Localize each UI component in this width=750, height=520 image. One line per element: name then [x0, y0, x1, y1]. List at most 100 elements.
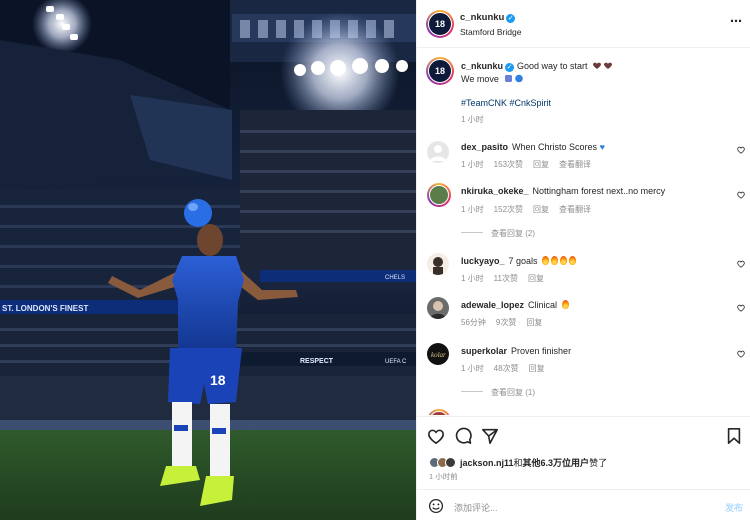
fire-icon	[569, 256, 577, 265]
caption-line-2: We move	[461, 74, 524, 84]
reply-button[interactable]: 回复	[533, 205, 549, 214]
comment-username[interactable]: dex_pasito	[461, 142, 508, 152]
caption-username[interactable]: c_nkunku	[461, 61, 503, 71]
caption-verified-icon: ✓	[505, 63, 515, 72]
comment-text-line: superkolar Proven finisher	[461, 346, 571, 356]
comment-row: dex_pasito When Christo Scores ♥ 1 小时 153次…	[417, 139, 750, 177]
post-timestamp[interactable]: 1 小时前	[429, 471, 458, 482]
comment-text: Clinical	[528, 300, 558, 310]
emoji-picker-icon[interactable]	[428, 498, 444, 514]
comment-username[interactable]: nkiruka_okeke_	[461, 186, 529, 196]
comment-username[interactable]: luckyayo_	[461, 256, 505, 266]
commenter-avatar[interactable]: kolar	[427, 343, 449, 365]
comment-username[interactable]: superkolar	[461, 346, 507, 356]
reply-button[interactable]: 回复	[529, 364, 545, 373]
view-replies-button[interactable]: 查看回复 (2)	[461, 228, 535, 239]
caption-time: 1 小时	[461, 115, 484, 124]
fire-icon	[551, 256, 559, 265]
comment-time: 1 小时	[461, 274, 484, 283]
comment-like-count[interactable]: 48次赞	[494, 364, 519, 373]
post-header: 18 c_nkunku ✓ Stamford Bridge ⋯	[417, 0, 750, 48]
comment-time: 1 小时	[461, 364, 484, 373]
translate-button[interactable]: 查看翻译	[559, 205, 591, 214]
post-comment-button[interactable]: 发布	[725, 501, 743, 514]
like-comment-icon[interactable]	[737, 350, 745, 358]
comment-time: 1 小时	[461, 160, 484, 169]
like-comment-icon[interactable]	[737, 146, 745, 154]
author-username[interactable]: c_nkunku	[460, 12, 504, 23]
comments-scroll-area[interactable]: 18 c_nkunku✓Good way to start We move	[417, 49, 750, 415]
comment-text-line: dex_pasito When Christo Scores ♥	[461, 142, 605, 152]
commenter-avatar[interactable]	[427, 297, 449, 319]
stadium-scene: ST. LONDON'S FINEST CHELS RESPECT UEFA C	[0, 0, 416, 520]
like-comment-icon[interactable]	[737, 260, 745, 268]
instagram-post-view: ST. LONDON'S FINEST CHELS RESPECT UEFA C	[0, 0, 750, 520]
comment-meta: 1 小时 48次赞 回复	[461, 363, 555, 374]
commenter-avatar[interactable]	[427, 253, 449, 275]
post-side-panel: 18 c_nkunku ✓ Stamford Bridge ⋯ 18 c_nkun…	[416, 0, 750, 520]
liker-avatars	[429, 457, 456, 468]
post-location[interactable]: Stamford Bridge	[460, 27, 521, 37]
banner-text: ST. LONDON'S FINEST	[2, 304, 88, 313]
comment-row: adewale_lopez Clinical 56分钟 9次赞 回复	[417, 297, 750, 335]
shirt-number: 18	[210, 372, 226, 388]
translate-button[interactable]: 查看翻译	[559, 160, 591, 169]
liked-by-connector: 和	[513, 458, 523, 468]
respect-board-text: RESPECT	[300, 358, 334, 365]
like-comment-icon[interactable]	[737, 304, 745, 312]
liked-by-others[interactable]: 其他6.3万位用户	[523, 456, 590, 469]
commenter-avatar[interactable]	[427, 141, 449, 163]
liked-by-line: jackson.nj11 和其他6.3万位用户 赞了	[429, 456, 607, 469]
like-comment-icon[interactable]	[737, 191, 745, 199]
uefa-board-text: UEFA C	[385, 359, 407, 365]
view-replies-label: 查看回复 (1)	[491, 388, 535, 397]
save-bookmark-icon[interactable]	[725, 427, 743, 445]
comment-text: Nottingham forest next..no mercy	[532, 186, 666, 196]
post-actions: jackson.nj11 和其他6.3万位用户 赞了 1 小时前 添加评论... 发…	[417, 416, 750, 520]
caption-emojis-icon	[505, 74, 524, 83]
hashtags[interactable]: #TeamCNK #CnkSpirit	[461, 98, 551, 108]
reply-button[interactable]: 回复	[526, 318, 542, 327]
view-replies-button[interactable]: 查看回复 (1)	[461, 387, 535, 398]
commenter-avatar[interactable]	[427, 409, 451, 415]
liked-by-suffix: 赞了	[589, 458, 608, 468]
comment-like-count[interactable]: 152次赞	[494, 205, 523, 214]
heart-emojis-icon	[593, 62, 613, 69]
caption-text: Good way to start	[517, 61, 588, 71]
comment-like-count[interactable]: 9次赞	[496, 318, 516, 327]
comment-row-partial	[417, 409, 750, 415]
caption-author-avatar[interactable]: 18	[426, 57, 454, 85]
comment-input[interactable]: 添加评论...	[454, 501, 498, 514]
caption-line-1: c_nkunku ✓ Good way to start	[461, 61, 614, 72]
comment-row: kolar superkolar Proven finisher 1 小时 48次赞…	[417, 343, 750, 403]
like-icon[interactable]	[427, 427, 445, 445]
comment-meta: 1 小时 11次赞 回复	[461, 273, 554, 284]
comment-username[interactable]: adewale_lopez	[461, 300, 524, 310]
post-photo[interactable]: ST. LONDON'S FINEST CHELS RESPECT UEFA C	[0, 0, 416, 520]
author-avatar[interactable]: 18	[426, 10, 454, 38]
caption-block: 18 c_nkunku✓Good way to start We move	[417, 49, 750, 125]
comment-text-line: adewale_lopez Clinical	[461, 300, 569, 310]
fire-icon	[561, 300, 569, 309]
fire-icon	[542, 256, 550, 265]
comment-meta: 1 小时 153次赞 回复 查看翻译	[461, 159, 601, 170]
comment-text: When Christo Scores	[512, 142, 598, 152]
comment-row: nkiruka_okeke_ Nottingham forest next..no…	[417, 183, 750, 243]
share-icon[interactable]	[481, 427, 499, 445]
blue-heart-icon: ♥	[599, 142, 605, 152]
reply-button[interactable]: 回复	[533, 160, 549, 169]
comment-text-line: nkiruka_okeke_ Nottingham forest next..no…	[461, 186, 665, 196]
svg-text:kolar: kolar	[431, 351, 446, 359]
comment-like-count[interactable]: 11次赞	[494, 274, 518, 283]
liked-by-username[interactable]: jackson.nj11	[460, 458, 514, 468]
add-comment-bar: 添加评论... 发布	[417, 489, 750, 520]
reply-button[interactable]: 回复	[528, 274, 544, 283]
liker-avatar[interactable]	[445, 457, 456, 468]
comment-icon[interactable]	[454, 427, 472, 445]
comment-like-count[interactable]: 153次赞	[494, 160, 523, 169]
commenter-avatar[interactable]	[427, 183, 451, 207]
comment-time: 56分钟	[461, 318, 486, 327]
comment-meta: 56分钟 9次赞 回复	[461, 317, 552, 328]
more-options-icon[interactable]: ⋯	[730, 14, 743, 28]
verified-badge-icon: ✓	[506, 14, 516, 23]
